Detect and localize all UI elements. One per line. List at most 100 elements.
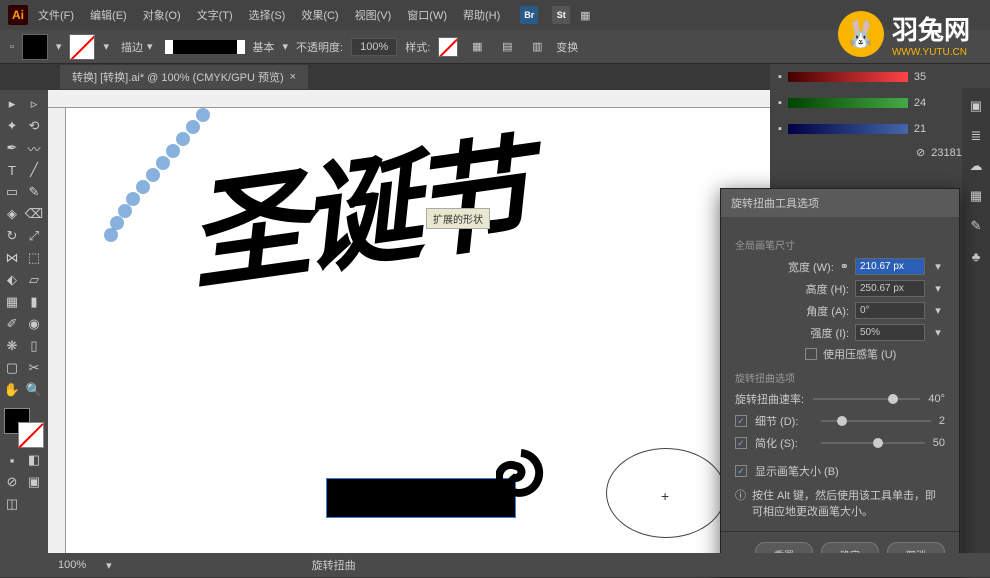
zoom-tool[interactable]: 🔍	[24, 380, 44, 400]
properties-icon[interactable]: ▣	[966, 96, 986, 116]
intensity-input[interactable]	[855, 324, 925, 341]
rotate-tool[interactable]: ↻	[2, 226, 22, 246]
align2-icon[interactable]: ▤	[496, 36, 518, 58]
spiral-shape[interactable]	[496, 448, 546, 498]
gradient-mode[interactable]: ◧	[24, 450, 44, 470]
align3-icon[interactable]: ▥	[526, 36, 548, 58]
fill-stroke-indicator[interactable]	[2, 408, 46, 448]
angle-dd[interactable]: ▾	[931, 304, 945, 317]
brush-tool[interactable]: ✎	[24, 182, 44, 202]
align-icon[interactable]: ▦	[466, 36, 488, 58]
menu-window[interactable]: 窗口(W)	[401, 3, 453, 27]
free-transform-tool[interactable]: ⬚	[24, 248, 44, 268]
ruler-vertical[interactable]	[48, 108, 66, 577]
menu-select[interactable]: 选择(S)	[243, 3, 292, 27]
draw-mode[interactable]: ◫	[2, 494, 22, 514]
selected-rect[interactable]	[326, 478, 516, 518]
color-mode[interactable]: ▪	[2, 450, 22, 470]
menu-file[interactable]: 文件(F)	[32, 3, 80, 27]
symbols-icon[interactable]: ♣	[966, 246, 986, 266]
stroke-swatch[interactable]	[69, 34, 95, 60]
shaper-tool[interactable]: ◈	[2, 204, 22, 224]
stroke-box[interactable]	[18, 422, 44, 448]
simplify-slider[interactable]	[821, 442, 925, 444]
menu-object[interactable]: 对象(O)	[137, 3, 187, 27]
detail-checkbox[interactable]	[735, 415, 747, 427]
blue-slider[interactable]	[788, 124, 908, 134]
menu-edit[interactable]: 编辑(E)	[84, 3, 133, 27]
transform-label[interactable]: 变换	[556, 39, 578, 55]
type-tool[interactable]: T	[2, 160, 22, 180]
width-input[interactable]	[855, 258, 925, 275]
width-dd[interactable]: ▾	[931, 260, 945, 273]
menu-view[interactable]: 视图(V)	[349, 3, 398, 27]
slice-tool[interactable]: ✂	[24, 358, 44, 378]
hand-tool[interactable]: ✋	[2, 380, 22, 400]
selection-tool[interactable]: ▸	[2, 94, 22, 114]
curvature-tool[interactable]: 〰	[24, 138, 44, 158]
angle-input[interactable]	[855, 302, 925, 319]
simplify-value[interactable]: 50	[933, 437, 945, 449]
pen-tool[interactable]: ✒	[2, 138, 22, 158]
tab-close-icon[interactable]: ×	[290, 71, 296, 83]
height-input[interactable]	[855, 280, 925, 297]
fill-dd[interactable]: ▾	[56, 40, 62, 53]
layers-icon[interactable]: ≣	[966, 126, 986, 146]
arrange-icon[interactable]: ▦	[574, 4, 596, 26]
fill-swatch[interactable]	[22, 34, 48, 60]
perspective-tool[interactable]: ▱	[24, 270, 44, 290]
show-brush-checkbox[interactable]	[735, 465, 747, 477]
rate-slider[interactable]	[813, 398, 920, 400]
artboard-tool[interactable]: ▢	[2, 358, 22, 378]
rect-tool[interactable]: ▭	[2, 182, 22, 202]
r-value[interactable]: 35	[914, 71, 926, 83]
bridge-badge[interactable]: Br	[520, 6, 538, 24]
b-value[interactable]: 21	[914, 123, 926, 135]
shape-builder-tool[interactable]: ⬖	[2, 270, 22, 290]
stroke-dd[interactable]: ▾	[103, 40, 109, 53]
document-tab[interactable]: 转换] [转换].ai* @ 100% (CMYK/GPU 预览) ×	[60, 65, 308, 89]
height-dd[interactable]: ▾	[931, 282, 945, 295]
panel-dock: ▣ ≣ ☁ ▦ ✎ ♣	[962, 88, 990, 577]
stroke-profile[interactable]	[165, 40, 245, 54]
shape-label[interactable]: 样式:	[405, 39, 430, 55]
red-slider[interactable]	[788, 72, 908, 82]
swatches-icon[interactable]: ▦	[966, 186, 986, 206]
menu-type[interactable]: 文字(T)	[191, 3, 239, 27]
gradient-tool[interactable]: ▮	[24, 292, 44, 312]
intensity-dd[interactable]: ▾	[931, 326, 945, 339]
line-tool[interactable]: ╱	[24, 160, 44, 180]
width-tool[interactable]: ⋈	[2, 248, 22, 268]
eraser-tool[interactable]: ⌫	[24, 204, 44, 224]
opacity-input[interactable]: 100%	[351, 38, 397, 56]
blend-tool[interactable]: ◉	[24, 314, 44, 334]
detail-value[interactable]: 2	[939, 415, 945, 427]
none-mode[interactable]: ⊘	[2, 472, 22, 492]
brushes-icon[interactable]: ✎	[966, 216, 986, 236]
eyedropper-tool[interactable]: ✐	[2, 314, 22, 334]
g-value[interactable]: 24	[914, 97, 926, 109]
mesh-tool[interactable]: ▦	[2, 292, 22, 312]
menu-help[interactable]: 帮助(H)	[457, 3, 506, 27]
simplify-checkbox[interactable]	[735, 437, 747, 449]
green-slider[interactable]	[788, 98, 908, 108]
style-dd[interactable]: ▾	[283, 40, 289, 53]
detail-slider[interactable]	[821, 420, 931, 422]
scale-tool[interactable]: ⤢	[24, 226, 44, 246]
screen-mode[interactable]: ▣	[24, 472, 44, 492]
symbol-tool[interactable]: ❋	[2, 336, 22, 356]
link-icon[interactable]: ⚭	[840, 260, 849, 273]
style-swatch[interactable]	[438, 37, 458, 57]
direct-select-tool[interactable]: ▹	[24, 94, 44, 114]
stroke-label[interactable]: 描边 ▾	[117, 37, 157, 57]
graph-tool[interactable]: ▯	[24, 336, 44, 356]
lasso-tool[interactable]: ⟲	[24, 116, 44, 136]
status-tool: 旋转扭曲	[312, 557, 356, 573]
stock-badge[interactable]: St	[552, 6, 570, 24]
libraries-icon[interactable]: ☁	[966, 156, 986, 176]
zoom-level[interactable]: 100%	[58, 559, 86, 571]
menu-effect[interactable]: 效果(C)	[295, 3, 344, 27]
rate-value[interactable]: 40°	[928, 393, 945, 405]
magic-wand-tool[interactable]: ✦	[2, 116, 22, 136]
zoom-dd[interactable]: ▾	[106, 559, 112, 572]
